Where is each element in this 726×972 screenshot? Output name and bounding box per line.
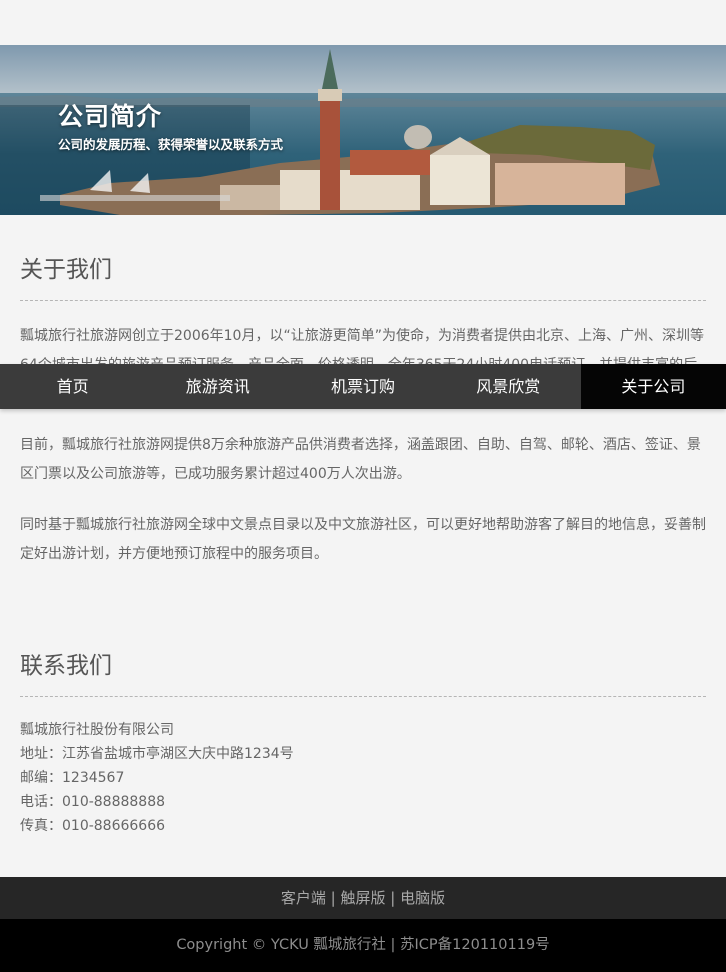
contact-fax: 传真：010-88666666	[20, 818, 166, 834]
contact-phone: 电话：010-88888888	[20, 794, 166, 810]
contact-heading: 联系我们	[20, 653, 112, 679]
banner-title: 公司简介	[58, 102, 163, 131]
contact-divider	[20, 696, 706, 697]
footer-link-client[interactable]: 客户端	[281, 889, 326, 907]
nav-about-company[interactable]: 关于公司	[580, 364, 726, 409]
footer-separator: |	[330, 889, 341, 907]
footer-link-touch[interactable]: 触屏版	[340, 889, 385, 907]
footer-link-desktop[interactable]: 电脑版	[400, 889, 445, 907]
footer-copyright: Copyright © YCKU 瓢城旅行社 | 苏ICP备120110119号	[0, 919, 726, 972]
page-banner: 公司简介 公司的发展历程、获得荣誉以及联系方式	[0, 45, 726, 215]
footer-separator: |	[390, 889, 401, 907]
contact-company: 瓢城旅行社股份有限公司	[20, 722, 174, 738]
nav-flight-booking[interactable]: 机票订购	[290, 364, 435, 409]
about-heading: 关于我们	[20, 257, 112, 283]
contact-address: 地址：江苏省盐城市亭湖区大庆中路1234号	[20, 746, 294, 762]
contact-postcode: 邮编：1234567	[20, 770, 125, 786]
footer-links-bar: 客户端 | 触屏版 | 电脑版	[0, 877, 726, 919]
nav-scenery[interactable]: 风景欣赏	[436, 364, 581, 409]
about-paragraph-2: 目前，瓢城旅行社旅游网提供8万余种旅游产品供消费者选择，涵盖跟团、自助、自驾、邮…	[20, 437, 701, 482]
about-divider	[20, 300, 706, 301]
banner-subtitle: 公司的发展历程、获得荣誉以及联系方式	[58, 137, 284, 152]
main-navbar: 首页 旅游资讯 机票订购 风景欣赏 关于公司	[0, 364, 726, 409]
nav-home[interactable]: 首页	[0, 364, 145, 409]
nav-travel-news[interactable]: 旅游资讯	[145, 364, 290, 409]
about-paragraph-3: 同时基于瓢城旅行社旅游网全球中文景点目录以及中文旅游社区，可以更好地帮助游客了解…	[20, 517, 706, 562]
